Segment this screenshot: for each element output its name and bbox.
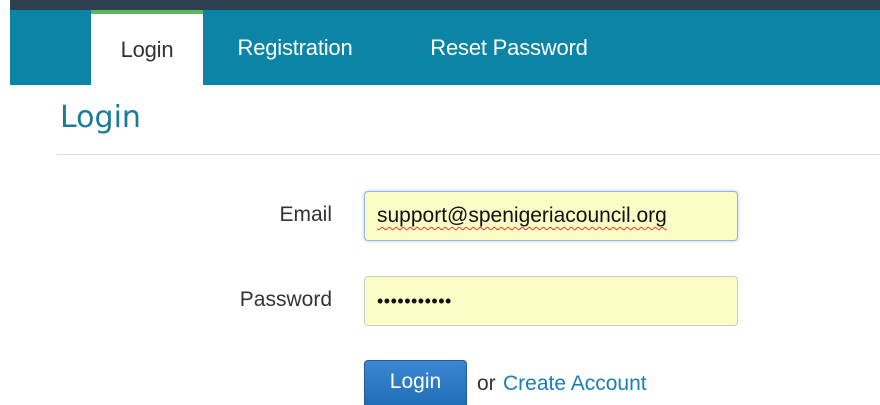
create-account-link[interactable]: Create Account xyxy=(503,372,647,396)
password-value: ••••••••••• xyxy=(377,290,452,311)
page-title: Login xyxy=(60,100,141,135)
login-page: Login Registration Reset Password Login … xyxy=(0,0,880,405)
top-strip xyxy=(0,0,880,10)
tab-login[interactable]: Login xyxy=(91,10,203,85)
tab-reset-password[interactable]: Reset Password xyxy=(398,10,620,85)
email-label: Email xyxy=(279,203,332,226)
tab-registration-label: Registration xyxy=(237,34,353,60)
or-text: or xyxy=(477,372,496,395)
login-button-label: Login xyxy=(389,370,442,393)
email-value: support@spenigeriacouncil.org xyxy=(377,204,667,227)
email-field[interactable]: support@spenigeriacouncil.org xyxy=(364,191,738,241)
password-field[interactable]: ••••••••••• xyxy=(364,276,738,326)
top-strip-corner xyxy=(0,0,10,10)
tab-login-label: Login xyxy=(120,36,174,62)
login-button[interactable]: Login xyxy=(364,360,467,405)
password-label: Password xyxy=(239,288,332,311)
tab-reset-password-label: Reset Password xyxy=(430,34,588,60)
tab-registration[interactable]: Registration xyxy=(213,10,377,85)
title-divider xyxy=(57,154,880,155)
